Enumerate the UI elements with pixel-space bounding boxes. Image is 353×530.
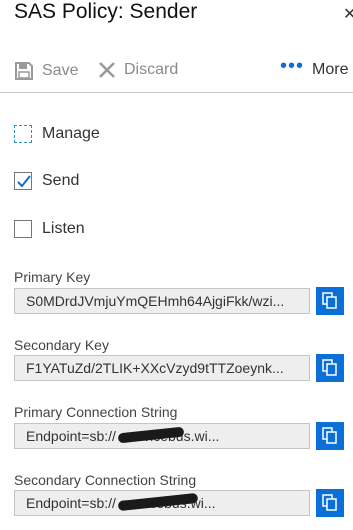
save-label: Save <box>42 62 79 79</box>
manage-checkbox[interactable] <box>14 125 32 143</box>
copy-icon <box>322 427 337 444</box>
more-icon: ••• <box>280 55 305 77</box>
command-bar: Save Discard ••• More <box>0 54 353 90</box>
send-checkbox[interactable] <box>14 172 32 190</box>
primary-connection-string-label: Primary Connection String <box>14 404 178 420</box>
listen-label: Listen <box>42 220 85 237</box>
discard-icon <box>99 62 115 78</box>
copy-icon <box>322 494 337 511</box>
primary-key-label: Primary Key <box>14 269 91 285</box>
more-button[interactable]: ••• More <box>280 55 349 79</box>
send-label: Send <box>42 172 80 189</box>
copy-icon <box>322 359 337 376</box>
copy-icon <box>322 292 337 309</box>
secondary-connection-string-label: Secondary Connection String <box>14 472 197 488</box>
primary-key-field[interactable]: S0MDrdJVmjuYmQEHmh64AjgiFkk/wzi... <box>14 288 310 314</box>
blade-title: SAS Policy: Sender <box>14 0 198 23</box>
claim-listen[interactable]: Listen <box>14 220 85 238</box>
save-button[interactable]: Save <box>14 61 78 81</box>
checkmark-icon <box>17 175 31 188</box>
more-label: More <box>312 61 349 78</box>
claim-manage[interactable]: Manage <box>14 125 100 143</box>
save-icon <box>15 62 33 80</box>
close-icon[interactable]: ✕ <box>343 4 353 24</box>
copy-primary-connection-string-button[interactable] <box>316 422 344 450</box>
copy-primary-key-button[interactable] <box>316 287 344 315</box>
discard-label: Discard <box>124 61 179 78</box>
secondary-key-field[interactable]: F1YATuZd/2TLIK+XXcVzyd9tTTZoeynk... <box>14 355 310 381</box>
manage-label: Manage <box>42 125 100 142</box>
copy-secondary-key-button[interactable] <box>316 354 344 382</box>
secondary-key-label: Secondary Key <box>14 337 109 353</box>
copy-secondary-connection-string-button[interactable] <box>316 489 344 517</box>
discard-button[interactable]: Discard <box>98 61 178 79</box>
listen-checkbox[interactable] <box>14 220 32 238</box>
claim-send[interactable]: Send <box>14 172 79 190</box>
toolbar-divider <box>0 92 353 93</box>
